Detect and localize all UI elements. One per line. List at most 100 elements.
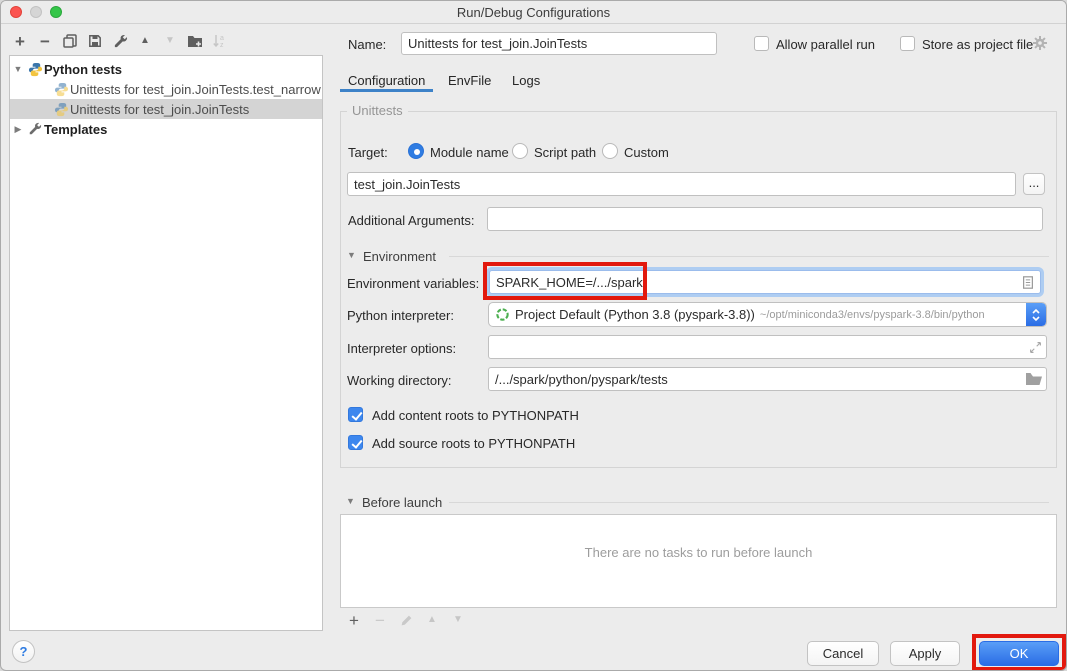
working-directory-value: /.../spark/python/pyspark/tests	[495, 372, 668, 387]
tree-item-python-tests[interactable]: ▼ Python tests	[10, 59, 322, 79]
environment-variables-input[interactable]: SPARK_HOME=/.../spark	[489, 270, 1041, 294]
browse-module-button[interactable]: ...	[1023, 173, 1045, 195]
sort-configurations-button[interactable]: az	[211, 32, 229, 50]
python-test-icon	[52, 82, 70, 97]
move-task-up-button[interactable]: ▲	[423, 611, 441, 629]
target-custom-label[interactable]: Custom	[624, 145, 669, 160]
working-directory-label: Working directory:	[347, 373, 452, 388]
cancel-button-label: Cancel	[823, 646, 863, 661]
up-triangle-icon: ▲	[140, 36, 150, 46]
expand-field-button[interactable]	[1027, 339, 1043, 355]
target-module-name-radio[interactable]	[408, 143, 424, 159]
svg-text:a: a	[220, 35, 224, 42]
ok-button[interactable]: OK	[979, 641, 1059, 666]
edit-templates-button[interactable]	[111, 32, 129, 50]
add-configuration-button[interactable]: +	[11, 32, 29, 50]
remove-task-button[interactable]: −	[371, 611, 389, 629]
environment-section-line	[449, 256, 1049, 257]
close-window-button[interactable]	[10, 6, 22, 18]
tab-configuration[interactable]: Configuration	[348, 73, 425, 88]
move-task-down-button[interactable]: ▼	[449, 611, 467, 629]
name-input[interactable]: Unittests for test_join.JoinTests	[401, 32, 717, 55]
python-interpreter-value: Project Default (Python 3.8 (pyspark-3.8…	[515, 307, 755, 322]
allow-parallel-run-checkbox[interactable]	[754, 36, 769, 51]
add-source-roots-label[interactable]: Add source roots to PYTHONPATH	[372, 436, 575, 451]
environment-collapse-chevron[interactable]: ▼	[347, 250, 356, 260]
before-launch-task-list[interactable]: There are no tasks to run before launch	[340, 514, 1057, 608]
interpreter-options-label: Interpreter options:	[347, 341, 456, 356]
working-directory-input[interactable]: /.../spark/python/pyspark/tests	[488, 367, 1047, 391]
minimize-window-button[interactable]	[30, 6, 42, 18]
tree-item-templates[interactable]: ▶ Templates	[10, 119, 322, 139]
ok-button-label: OK	[1010, 646, 1029, 661]
tree-item-test-narrow[interactable]: Unittests for test_join.JoinTests.test_n…	[10, 79, 322, 99]
move-down-button[interactable]: ▼	[161, 32, 179, 50]
chevron-right-icon[interactable]: ▶	[10, 124, 26, 135]
edit-task-button[interactable]	[397, 611, 415, 629]
configurations-tree: ▼ Python tests Unittests for test_join.J…	[9, 55, 323, 631]
before-launch-toolbar: + − ▲ ▼	[345, 611, 467, 629]
apply-button[interactable]: Apply	[890, 641, 960, 666]
ellipsis-icon: ...	[1029, 175, 1040, 190]
copy-configuration-button[interactable]	[61, 32, 79, 50]
store-options-gear-button[interactable]	[1031, 34, 1049, 52]
add-task-button[interactable]: +	[345, 611, 363, 629]
store-as-project-file-label[interactable]: Store as project file	[922, 37, 1033, 52]
allow-parallel-run-label[interactable]: Allow parallel run	[776, 37, 875, 52]
chevron-down-icon[interactable]: ▼	[10, 64, 26, 74]
before-launch-collapse-chevron[interactable]: ▼	[346, 496, 355, 506]
down-triangle-icon: ▼	[165, 36, 175, 46]
create-folder-button[interactable]	[186, 32, 204, 50]
target-script-path-label[interactable]: Script path	[534, 145, 596, 160]
help-icon: ?	[20, 644, 28, 659]
before-launch-section-line	[449, 502, 1049, 503]
tree-item-label: Python tests	[44, 62, 122, 77]
zoom-window-button[interactable]	[50, 6, 62, 18]
python-interpreter-select[interactable]: Project Default (Python 3.8 (pyspark-3.8…	[488, 302, 1047, 327]
active-tab-indicator	[340, 89, 433, 92]
remove-configuration-button[interactable]: −	[36, 32, 54, 50]
python-test-icon	[52, 102, 70, 117]
target-label: Target:	[348, 145, 388, 160]
store-as-project-file-checkbox[interactable]	[900, 36, 915, 51]
tab-envfile[interactable]: EnvFile	[448, 73, 491, 88]
browse-folder-button[interactable]	[1025, 371, 1042, 387]
target-module-name-label[interactable]: Module name	[430, 145, 509, 160]
move-up-button[interactable]: ▲	[136, 32, 154, 50]
environment-variables-label: Environment variables:	[347, 276, 479, 291]
new-folder-icon	[187, 33, 203, 49]
target-custom-radio[interactable]	[602, 143, 618, 159]
up-triangle-icon: ▲	[427, 615, 437, 625]
save-configuration-button[interactable]	[86, 32, 104, 50]
environment-variables-value: SPARK_HOME=/.../spark	[496, 275, 643, 290]
add-source-roots-checkbox[interactable]	[348, 435, 363, 450]
svg-text:z: z	[220, 42, 224, 49]
diagonal-expand-icon	[1029, 341, 1042, 354]
run-debug-configurations-dialog: Run/Debug Configurations + − ▲ ▼ az ▼ Py	[0, 0, 1067, 671]
unittests-group-title: Unittests	[347, 103, 408, 118]
combo-stepper-icon[interactable]	[1026, 303, 1046, 326]
wrench-icon	[113, 34, 128, 49]
python-interpreter-path: ~/opt/miniconda3/envs/pyspark-3.8/bin/py…	[760, 309, 985, 321]
down-triangle-icon: ▼	[453, 615, 463, 625]
module-name-input[interactable]: test_join.JoinTests	[347, 172, 1016, 196]
minus-icon: −	[375, 612, 385, 629]
gear-icon	[1032, 35, 1048, 51]
interpreter-options-input[interactable]	[488, 335, 1047, 359]
tree-item-label: Unittests for test_join.JoinTests.test_n…	[70, 82, 321, 97]
conda-env-icon	[495, 307, 510, 322]
before-launch-section-title[interactable]: Before launch	[362, 495, 442, 510]
tab-logs[interactable]: Logs	[512, 73, 540, 88]
add-content-roots-label[interactable]: Add content roots to PYTHONPATH	[372, 408, 579, 423]
cancel-button[interactable]: Cancel	[807, 641, 879, 666]
environment-section-title[interactable]: Environment	[363, 249, 436, 264]
sort-alpha-icon: az	[212, 33, 228, 49]
folder-icon	[1026, 372, 1042, 386]
target-script-path-radio[interactable]	[512, 143, 528, 159]
add-content-roots-checkbox[interactable]	[348, 407, 363, 422]
help-button[interactable]: ?	[12, 640, 35, 663]
additional-arguments-input[interactable]	[487, 207, 1043, 231]
tree-item-jointests-selected[interactable]: Unittests for test_join.JoinTests	[10, 99, 322, 119]
edit-environment-variables-button[interactable]	[1020, 274, 1036, 290]
apply-button-label: Apply	[909, 646, 942, 661]
